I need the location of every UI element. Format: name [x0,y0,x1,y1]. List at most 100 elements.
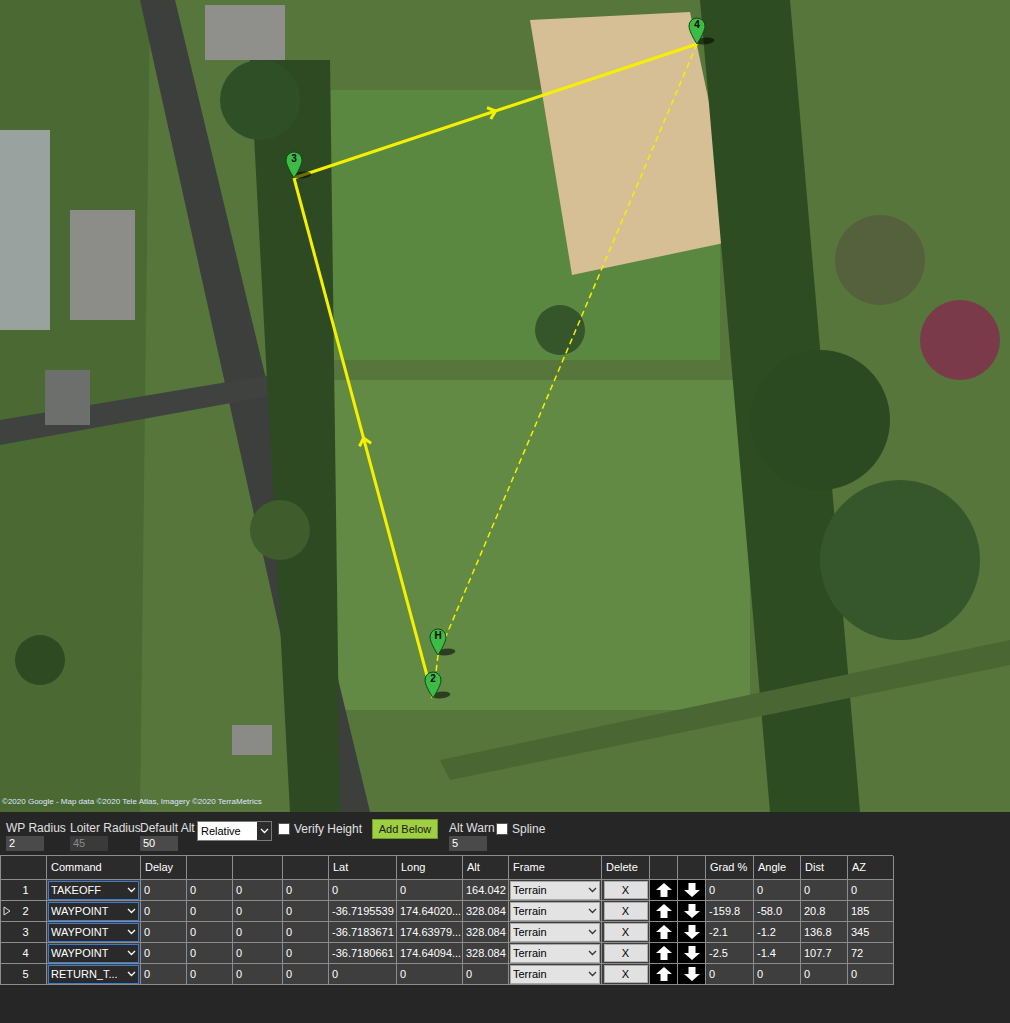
table-cell[interactable]: 0 [283,880,329,901]
table-cell[interactable]: 0 [187,880,233,901]
command-dropdown[interactable]: WAYPOINT [48,923,139,942]
table-cell[interactable]: 0 [848,880,894,901]
table-cell[interactable]: -1.4 [754,943,801,964]
waypoint-pin[interactable]: H [429,628,447,656]
table-cell[interactable]: 0 [187,964,233,985]
field-input[interactable] [140,836,178,851]
command-dropdown[interactable]: WAYPOINT [48,944,139,963]
command-cell[interactable]: WAYPOINT [47,943,141,964]
table-cell[interactable]: 345 [848,922,894,943]
frame-cell[interactable]: Terrain [509,922,602,943]
frame-dropdown[interactable]: Terrain [510,965,600,984]
frame-cell[interactable]: Terrain [509,964,602,985]
delete-button[interactable]: X [604,965,648,983]
table-cell[interactable]: 20.8 [801,901,848,922]
move-up-button[interactable] [650,943,678,964]
frame-dropdown[interactable]: Terrain [510,944,600,963]
delete-button[interactable]: X [604,902,648,920]
table-cell[interactable]: -58.0 [754,901,801,922]
move-down-button[interactable] [678,922,706,943]
table-cell[interactable]: 185 [848,901,894,922]
checkbox-box[interactable] [496,823,508,835]
row-header[interactable]: 2 [1,901,47,922]
row-header[interactable]: 1 [1,880,47,901]
table-cell[interactable]: -159.8 [706,901,754,922]
table-cell[interactable]: 0 [283,922,329,943]
satellite-map[interactable]: H234 ©2020 Google - Map data ©2020 Tele … [0,0,1010,812]
command-dropdown[interactable]: RETURN_T... [48,965,139,984]
move-down-button[interactable] [678,964,706,985]
table-cell[interactable]: 0 [283,964,329,985]
table-cell[interactable]: 0 [706,964,754,985]
frame-dropdown[interactable]: Terrain [510,923,600,942]
waypoint-pin[interactable]: 3 [285,151,303,179]
table-cell[interactable]: -2.5 [706,943,754,964]
table-cell[interactable]: 136.8 [801,922,848,943]
table-cell[interactable]: -36.7183671 [329,922,397,943]
delete-button[interactable]: X [604,944,648,962]
add-below-button[interactable]: Add Below [372,819,438,839]
altitude-frame-dropdown[interactable]: Relative [197,821,272,841]
table-row[interactable]: 2WAYPOINT0000-36.7195539174.64020...328.… [1,901,893,922]
table-cell[interactable]: 0 [187,943,233,964]
command-dropdown[interactable]: TAKEOFF [48,881,139,900]
table-cell[interactable]: 0 [141,943,187,964]
table-cell[interactable]: 0 [187,901,233,922]
table-cell[interactable]: 0 [463,964,509,985]
table-cell[interactable]: 174.64094... [397,943,463,964]
command-cell[interactable]: TAKEOFF [47,880,141,901]
table-cell[interactable]: 72 [848,943,894,964]
table-cell[interactable]: -36.7180661 [329,943,397,964]
move-up-button[interactable] [650,922,678,943]
delete-button[interactable]: X [604,923,648,941]
spline-checkbox[interactable]: Spline [496,821,566,836]
table-cell[interactable]: 0 [141,901,187,922]
table-cell[interactable]: 0 [801,964,848,985]
frame-cell[interactable]: Terrain [509,901,602,922]
frame-dropdown[interactable]: Terrain [510,902,600,921]
command-cell[interactable]: WAYPOINT [47,922,141,943]
move-up-button[interactable] [650,901,678,922]
waypoint-pin[interactable]: 4 [688,17,706,45]
table-cell[interactable]: 0 [706,880,754,901]
table-cell[interactable]: 0 [329,964,397,985]
table-cell[interactable]: 174.63979... [397,922,463,943]
row-header[interactable]: 4 [1,943,47,964]
table-cell[interactable]: 0 [187,922,233,943]
table-cell[interactable]: 0 [233,922,283,943]
row-header[interactable]: 5 [1,964,47,985]
table-cell[interactable]: -36.7195539 [329,901,397,922]
table-cell[interactable]: 0 [233,943,283,964]
checkbox-box[interactable] [278,823,290,835]
table-cell[interactable]: 328.084 [463,943,509,964]
frame-cell[interactable]: Terrain [509,880,602,901]
table-cell[interactable]: 107.7 [801,943,848,964]
dropdown-button[interactable] [257,822,271,840]
move-up-button[interactable] [650,964,678,985]
table-cell[interactable]: 0 [141,964,187,985]
field-input[interactable] [6,836,44,851]
move-down-button[interactable] [678,943,706,964]
command-cell[interactable]: WAYPOINT [47,901,141,922]
table-cell[interactable]: 0 [801,880,848,901]
table-cell[interactable]: 0 [233,964,283,985]
table-cell[interactable]: 0 [397,880,463,901]
move-up-button[interactable] [650,880,678,901]
verify-height-checkbox[interactable]: Verify Height [278,821,372,836]
table-row[interactable]: 4WAYPOINT0000-36.7180661174.64094...328.… [1,943,893,964]
table-row[interactable]: 5RETURN_T...0000000TerrainX0000 [1,964,893,985]
waypoint-pin[interactable]: 2 [424,671,442,699]
table-cell[interactable]: -2.1 [706,922,754,943]
table-cell[interactable]: 0 [397,964,463,985]
move-down-button[interactable] [678,901,706,922]
table-cell[interactable]: 0 [141,880,187,901]
table-cell[interactable]: 0 [848,964,894,985]
field-input[interactable] [449,836,487,851]
table-cell[interactable]: 164.042 [463,880,509,901]
table-cell[interactable]: -1.2 [754,922,801,943]
table-cell[interactable]: 0 [283,901,329,922]
delete-button[interactable]: X [604,881,648,899]
command-cell[interactable]: RETURN_T... [47,964,141,985]
table-cell[interactable]: 0 [754,880,801,901]
table-cell[interactable]: 328.084 [463,922,509,943]
